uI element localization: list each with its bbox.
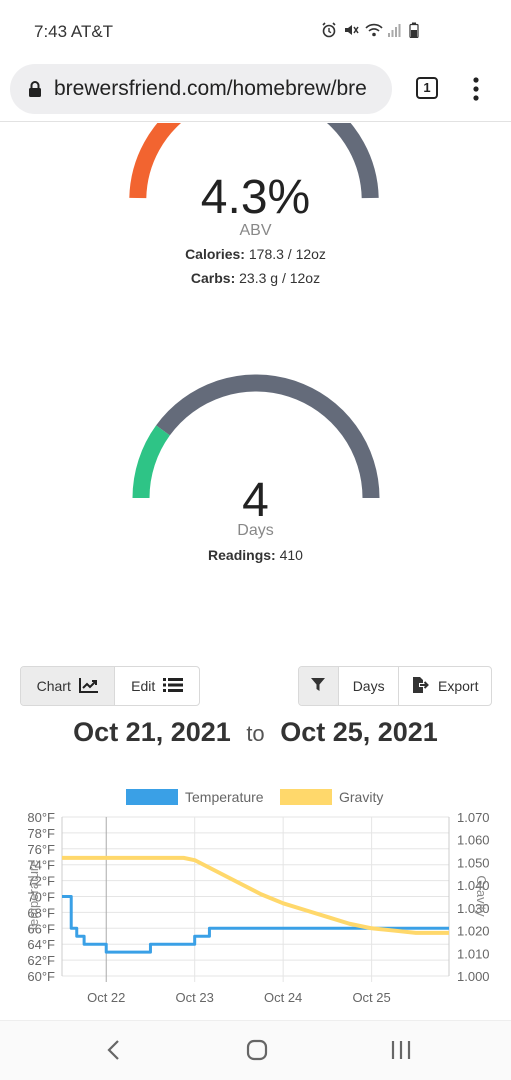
lock-icon (28, 80, 42, 103)
days-button[interactable]: Days (339, 667, 400, 705)
address-bar[interactable]: brewersfriend.com/homebrew/bre (10, 64, 392, 114)
y-right-axis-title: Gravity (474, 875, 489, 917)
url-text: brewersfriend.com/homebrew/bre (54, 77, 367, 100)
x-tick-label: Oct 25 (352, 990, 390, 1005)
view-toggle-group: Chart Edit (20, 666, 200, 706)
carbs-value: 23.3 g / 12oz (239, 270, 321, 286)
line-chart-icon (78, 677, 99, 696)
legend-label-gravity: Gravity (339, 789, 383, 805)
calories-line: Calories: 178.3 / 12oz (0, 246, 511, 262)
readings-label: Readings: (208, 547, 276, 563)
status-time: 7:43 AT&T (34, 22, 114, 41)
y-right-tick-label: 1.060 (457, 833, 490, 848)
abv-value: 4.3% (200, 171, 311, 224)
y-left-tick-label: 64°F (27, 937, 55, 952)
edit-button-label: Edit (131, 678, 156, 694)
export-button-label: Export (438, 678, 479, 694)
days-unit: Days (237, 522, 274, 539)
filter-icon (311, 677, 326, 695)
x-tick-label: Oct 23 (176, 990, 214, 1005)
legend-swatch-temperature (126, 789, 178, 805)
y-left-tick-label: 60°F (27, 969, 55, 984)
export-icon (412, 676, 430, 696)
x-tick-label: Oct 22 (87, 990, 125, 1005)
data-actions-group: Days Export (298, 666, 492, 706)
days-button-label: Days (352, 678, 385, 694)
y-right-tick-label: 1.050 (457, 855, 490, 870)
series-line-gravity (62, 855, 449, 935)
edit-button[interactable]: Edit (115, 667, 199, 705)
list-icon (163, 677, 184, 696)
mute-icon (343, 22, 359, 38)
y-left-tick-label: 80°F (27, 810, 55, 825)
chart-button-label: Chart (36, 678, 71, 694)
y-right-tick-label: 1.020 (457, 924, 490, 939)
legend-swatch-gravity (280, 789, 332, 805)
status-icons (321, 22, 425, 39)
y-right-tick-label: 1.000 (457, 969, 490, 984)
battery-icon (409, 22, 425, 39)
recent-apps-icon[interactable] (390, 1039, 412, 1066)
date-range-to: to (246, 721, 265, 746)
browser-toolbar: brewersfriend.com/homebrew/bre 1 (0, 62, 511, 122)
y-left-tick-label: 62°F (27, 953, 55, 968)
date-range: Oct 21, 2021 to Oct 25, 2021 (0, 717, 511, 748)
tabs-button[interactable]: 1 (416, 77, 438, 99)
y-left-tick-label: 78°F (27, 826, 55, 841)
readings-line: Readings: 410 (0, 547, 511, 563)
export-button[interactable]: Export (399, 667, 491, 705)
more-menu-icon[interactable] (466, 74, 486, 104)
alarm-icon (321, 22, 337, 38)
abv-gauge: 4.3% ABV Calories: 178.3 / 12oz Carbs: 2… (0, 123, 511, 293)
y-left-axis-title: Temperature (26, 860, 41, 933)
y-right-tick-label: 1.010 (457, 946, 490, 961)
end-date[interactable]: Oct 25, 2021 (280, 717, 438, 747)
y-left-tick-label: 76°F (27, 842, 55, 857)
chart-button[interactable]: Chart (21, 667, 116, 705)
system-nav-bar (0, 1020, 511, 1080)
y-right-tick-label: 1.070 (457, 810, 490, 825)
home-icon[interactable] (246, 1039, 268, 1066)
status-bar: 7:43 AT&T (0, 0, 511, 62)
calories-label: Calories: (185, 246, 245, 262)
abv-unit: ABV (239, 222, 272, 239)
x-tick-label: Oct 24 (264, 990, 302, 1005)
wifi-icon (365, 22, 383, 38)
carbs-line: Carbs: 23.3 g / 12oz (0, 270, 511, 286)
fermentation-chart: Temperature Gravity80°F78°F76°F74°F72°F70… (26, 789, 490, 1005)
filter-button[interactable] (299, 667, 339, 705)
start-date[interactable]: Oct 21, 2021 (73, 717, 231, 747)
days-value: 4 (242, 474, 269, 527)
carbs-label: Carbs: (190, 270, 236, 286)
legend-label-temperature: Temperature (185, 789, 264, 805)
signal-icon (387, 22, 403, 38)
days-gauge: 4 Days Readings: 410 (0, 370, 511, 570)
back-icon[interactable] (106, 1039, 122, 1066)
readings-value: 410 (279, 547, 303, 563)
calories-value: 178.3 / 12oz (248, 246, 326, 262)
